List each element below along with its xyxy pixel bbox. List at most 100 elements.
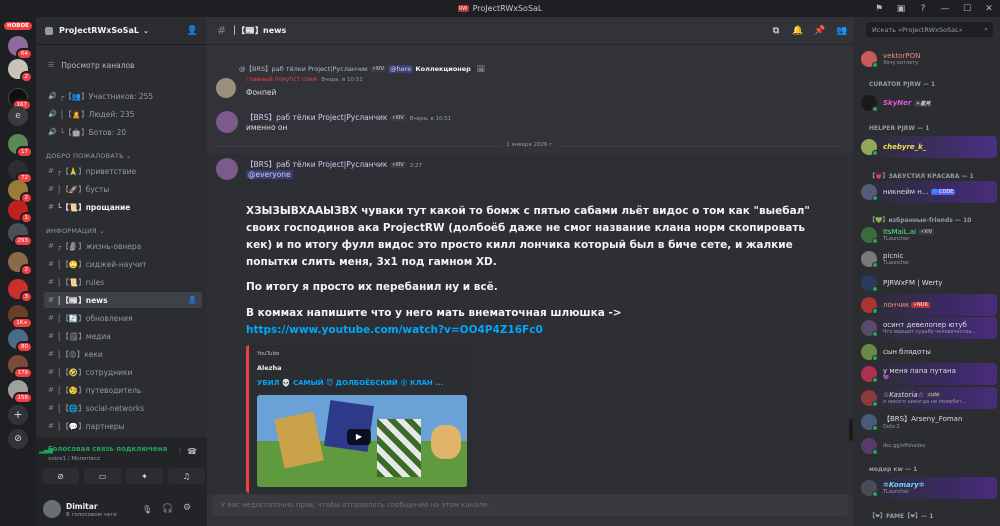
channel-item[interactable]: # └【📜】прощание — [44, 199, 202, 215]
discover-icon[interactable]: ⊘ — [8, 429, 28, 449]
everyone-mention[interactable]: @everyone — [246, 170, 293, 179]
noise-icon[interactable]: ⫶ — [179, 447, 181, 457]
server-icon[interactable]: 17 — [8, 134, 33, 158]
member-item[interactable]: лончик ⚡NUR — [861, 294, 997, 316]
avatar — [861, 366, 878, 383]
channel-item[interactable]: # │【🗒】медиа — [44, 328, 202, 344]
gear-icon[interactable]: ⚙ — [183, 503, 191, 513]
video-thumbnail[interactable]: ▶ — [257, 395, 467, 487]
channel-item[interactable]: # │【🤣】сотрудники — [44, 364, 202, 380]
channel-item[interactable]: # ┌【🙏】приветствие — [44, 163, 202, 179]
server-icon[interactable]: e — [8, 106, 28, 126]
avatar[interactable] — [216, 158, 238, 180]
server-icon[interactable]: 158 — [8, 380, 33, 404]
member-item[interactable]: сын блядоты — [861, 341, 997, 363]
message-input[interactable]: У вас недостаточно прав, чтобы отправлят… — [212, 494, 848, 516]
new-badge[interactable]: НОВОЕ — [4, 22, 32, 30]
member-item[interactable]: ItsMaiL.ai ⚡XIV TLauncher — [861, 224, 997, 246]
channel-item[interactable]: # │【💬】партнеры — [44, 418, 202, 434]
server-icon[interactable]: 179 — [8, 355, 33, 379]
avatar — [861, 184, 878, 201]
member-item[interactable]: PJRWxFM | Werty — [861, 272, 997, 294]
avatar — [861, 344, 878, 361]
stat-channel[interactable]: 🔊 └【🤖】Ботов: 20 — [44, 124, 202, 140]
server-icon[interactable]: 1 — [8, 200, 33, 224]
channel-item-news[interactable]: # │【📰】news 👤 — [44, 292, 202, 308]
avatar[interactable] — [216, 111, 238, 133]
avatar[interactable] — [216, 78, 236, 98]
avatar — [861, 480, 878, 497]
member-item[interactable]: ☆Kastoria☆ cute я никого никогда не полюб… — [861, 387, 997, 409]
server-icon[interactable]: 64 — [8, 36, 33, 60]
server-icon[interactable]: 293 — [8, 223, 33, 247]
server-icon[interactable]: 2 — [8, 252, 33, 276]
flag-icon[interactable]: ⚑ — [868, 4, 890, 14]
youtube-link[interactable]: https://www.youtube.com/watch?v=OO4P4Z16… — [246, 324, 543, 336]
member-item[interactable]: 【BRS】Arseny_Foman Dota 2 — [861, 411, 997, 433]
play-icon[interactable]: ▶ — [347, 429, 371, 445]
server-icon[interactable]: 72 — [8, 160, 33, 184]
member-item[interactable]: vektorPON Хочу котлету — [861, 48, 997, 70]
channel-item[interactable]: # │【🚀】бусты — [44, 181, 202, 197]
server-icon[interactable]: 1K+ — [8, 305, 33, 329]
search-input[interactable]: Искать «ProJectRWxSoSaL» ⌕ — [866, 22, 993, 37]
headphones-icon[interactable]: 🎧 — [162, 504, 173, 514]
channel-item[interactable]: # │【🙄】сиджей-научит — [44, 256, 202, 272]
inbox-icon[interactable]: ▣ — [890, 4, 912, 14]
message-author[interactable]: 【BRS】раб тёлки Project|Русланчик ⚡XIV Вче… — [246, 112, 451, 123]
channel-item[interactable]: # │【🧐】путеводитель — [44, 382, 202, 398]
browse-channels[interactable]: ☰ Просмотр каналов — [44, 57, 202, 73]
maximize-button[interactable]: ☐ — [956, 4, 978, 14]
embed-author[interactable]: Alezha — [257, 364, 281, 372]
members-icon[interactable]: 👥 — [831, 26, 853, 36]
avatar — [861, 438, 878, 455]
add-server-icon[interactable]: + — [8, 405, 28, 425]
member-item[interactable]: у меня папа путана 💜 — [861, 363, 997, 385]
activities-button[interactable]: ✦ — [126, 468, 163, 484]
help-icon[interactable]: ? — [912, 4, 934, 14]
message-author[interactable]: 【BRS】раб тёлки Project|Русланчик ⚡XIV 2:2… — [246, 159, 422, 170]
server-icon[interactable]: 2 — [8, 59, 33, 83]
message-paragraph: По итогу я просто их перебанил ну и всё. — [246, 281, 498, 293]
member-item[interactable]: никнейм н... 🔷CODE — [861, 181, 997, 203]
stat-channel[interactable]: 🔊 ┌【👥】Участников: 255 — [44, 88, 202, 104]
channel-item[interactable]: # │【😡】кеки — [44, 346, 202, 362]
pin-icon[interactable]: 📌 — [809, 26, 831, 36]
add-member-icon[interactable]: 👤 — [188, 296, 197, 304]
member-item[interactable]: осинт девелопер ютуб Что вершит судьбу че… — [861, 317, 997, 339]
member-item[interactable]: picnic TLauncher — [861, 248, 997, 270]
app-logo-icon: RW — [457, 5, 469, 12]
member-item[interactable]: dsc.gg/offshades — [861, 435, 997, 457]
avatar — [861, 320, 878, 337]
server-icon[interactable]: 2 — [8, 180, 33, 204]
screenshare-button[interactable]: ▭ — [84, 468, 121, 484]
channel-item[interactable]: # ┌【🗿】жизнь-овнера — [44, 238, 202, 254]
reply-preview[interactable]: @【BRS】раб тёлки Project|Русланчик ⚡XIV @… — [239, 63, 485, 73]
soundboard-button[interactable]: ♫ — [168, 468, 205, 484]
close-button[interactable]: ✕ — [978, 4, 1000, 14]
microphone-icon[interactable]: 🎙 — [142, 505, 152, 514]
channel-item[interactable]: # │【🌐】social-networks — [44, 400, 202, 416]
embed-title[interactable]: УБИЛ 💀 САМЫЙ 😈 ДОЛБОЁБСКИЙ 😵 КЛАН ... — [257, 379, 443, 387]
server-icon[interactable]: 167 — [8, 88, 32, 111]
stat-channel[interactable]: 🔊 │【🙎】Людей: 235 — [44, 106, 202, 122]
category-welcome[interactable]: ДОБРО ПОЖАЛОВАТЬ ⌄ — [46, 152, 132, 160]
bell-icon[interactable]: 🔔 — [787, 26, 809, 36]
channel-item[interactable]: # │【📜】rules — [44, 274, 202, 290]
role-category: 【💚】избранные-friends — 10 — [869, 217, 972, 224]
avatar[interactable] — [43, 500, 61, 518]
add-member-icon[interactable]: 👤 — [187, 26, 198, 36]
channel-item[interactable]: # │【🔄】обновления — [44, 310, 202, 326]
threads-icon[interactable]: ⧉ — [765, 26, 787, 36]
disconnect-icon[interactable]: ☎ — [187, 447, 197, 456]
member-item[interactable]: ✲Komary✲ TLauncher — [861, 477, 997, 499]
category-info[interactable]: ИНФОРМАЦИЯ ⌄ — [46, 227, 105, 235]
voice-channel[interactable]: voice1 / Morentecz — [48, 456, 100, 462]
server-header[interactable]: ProJectRWxSoSaL ⌄ 👤 — [36, 17, 207, 45]
member-item[interactable]: chebyre_k_ — [861, 136, 997, 158]
server-icon[interactable]: 80 — [8, 329, 33, 353]
member-item[interactable]: SkyNer ☀星月 — [861, 92, 997, 114]
server-icon[interactable]: 3 — [8, 279, 33, 303]
camera-button[interactable]: ⊘ — [42, 468, 79, 484]
minimize-button[interactable]: — — [934, 4, 956, 14]
